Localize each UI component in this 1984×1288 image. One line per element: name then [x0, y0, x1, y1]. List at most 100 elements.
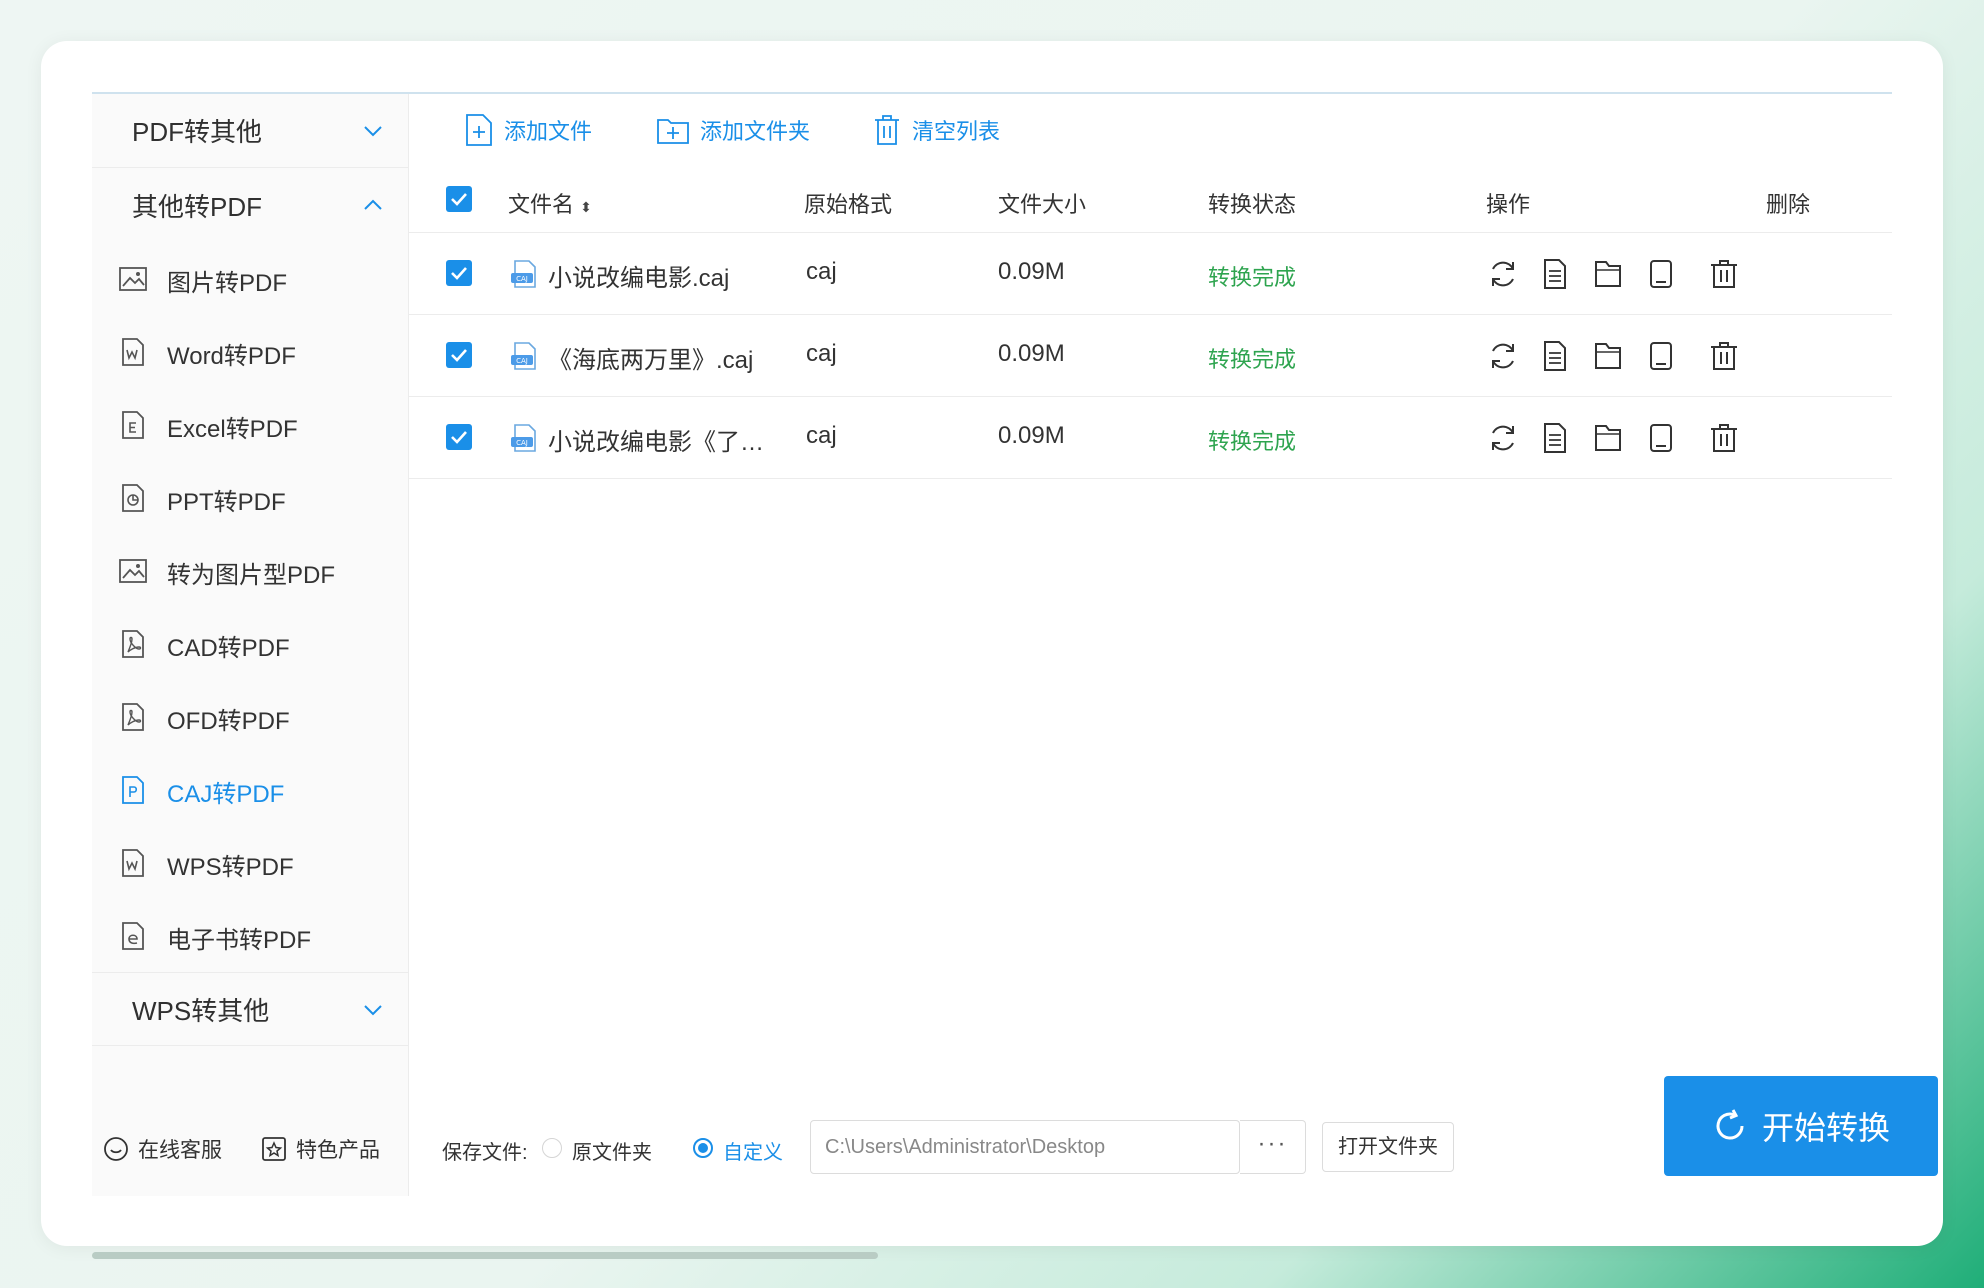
sidebar-item-label: 图片转PDF	[167, 270, 287, 297]
table-row: CAJ 小说改编电影.caj caj 0.09M 转换完成	[408, 233, 1892, 315]
wps-file-icon	[122, 849, 144, 877]
start-convert-label: 开始转换	[1761, 1110, 1890, 1146]
file-size: 0.09M	[998, 258, 1065, 285]
svg-text:CAJ: CAJ	[516, 275, 528, 283]
start-convert-button[interactable]: 开始转换	[1664, 1076, 1938, 1176]
horizontal-scrollbar[interactable]	[92, 1252, 878, 1259]
sidebar-item-label: Word转PDF	[167, 343, 296, 370]
radio-custom[interactable]	[693, 1138, 713, 1158]
delete-icon[interactable]	[1707, 339, 1741, 373]
conversion-status: 转换完成	[1208, 429, 1297, 454]
chevron-down-icon	[364, 1005, 382, 1016]
checkmark-icon	[451, 267, 467, 280]
row-checkbox[interactable]	[446, 260, 472, 286]
sidebar-item-image-to-pdf[interactable]: 图片转PDF	[92, 242, 408, 315]
add-folder-icon	[657, 119, 689, 144]
group-label: WPS转其他	[132, 995, 270, 1026]
add-folder-label: 添加文件夹	[700, 119, 811, 144]
delete-icon[interactable]	[1707, 421, 1741, 455]
browse-button[interactable]: ···	[1240, 1120, 1306, 1174]
refresh-icon[interactable]	[1486, 339, 1520, 373]
preview-icon[interactable]	[1644, 339, 1678, 373]
add-file-button[interactable]: 添加文件	[464, 110, 592, 150]
svg-text:CAJ: CAJ	[516, 439, 528, 447]
add-folder-button[interactable]: 添加文件夹	[656, 110, 810, 150]
pdf-file-icon	[122, 703, 144, 731]
sidebar-item-label: 转为图片型PDF	[167, 562, 335, 589]
sidebar-item-caj-to-pdf[interactable]: CAJ转PDF	[92, 753, 408, 826]
col-size: 文件大小	[998, 192, 1087, 217]
sort-icon: ⬍	[580, 199, 592, 215]
word-file-icon	[122, 338, 144, 366]
group-other-to-pdf[interactable]: 其他转PDF	[92, 168, 408, 242]
folder-icon[interactable]	[1591, 421, 1625, 455]
sidebar-item-wps-to-pdf[interactable]: WPS转PDF	[92, 826, 408, 899]
chat-icon	[104, 1137, 128, 1161]
image-icon	[119, 267, 147, 291]
excel-file-icon	[122, 411, 144, 439]
caj-file-icon	[122, 776, 144, 804]
sidebar: PDF转其他 其他转PDF 图片转PDF Word转PDF Excel转PDF …	[92, 94, 409, 1196]
sidebar-item-excel-to-pdf[interactable]: Excel转PDF	[92, 388, 408, 461]
file-name: 《海底两万里》.caj	[548, 347, 754, 374]
refresh-icon[interactable]	[1486, 421, 1520, 455]
option-original-folder[interactable]: 原文件夹	[542, 1134, 662, 1164]
col-file-name-label: 文件名	[508, 192, 575, 217]
col-format: 原始格式	[804, 192, 893, 217]
add-file-icon	[466, 114, 492, 146]
file-name: 小说改编电影《了不...	[548, 429, 778, 456]
radio-original[interactable]	[542, 1138, 562, 1158]
preview-icon[interactable]	[1644, 421, 1678, 455]
sidebar-item-to-image-pdf[interactable]: 转为图片型PDF	[92, 534, 408, 607]
table-row: CAJ 《海底两万里》.caj caj 0.09M 转换完成	[408, 315, 1892, 397]
featured-products-link[interactable]: 特色产品	[260, 1134, 380, 1164]
sidebar-item-ofd-to-pdf[interactable]: OFD转PDF	[92, 680, 408, 753]
table-header: 文件名 ⬍ 原始格式 文件大小 转换状态 操作 删除	[408, 166, 1892, 233]
online-support-label: 在线客服	[138, 1139, 222, 1162]
sidebar-item-label: CAJ转PDF	[167, 781, 285, 808]
group-label: 其他转PDF	[132, 191, 263, 222]
add-file-label: 添加文件	[504, 119, 593, 144]
clear-list-label: 清空列表	[912, 119, 1001, 144]
save-path-input[interactable]: C:\Users\Administrator\Desktop	[810, 1120, 1240, 1174]
online-support-link[interactable]: 在线客服	[102, 1134, 222, 1164]
sidebar-item-label: CAD转PDF	[167, 635, 290, 662]
open-folder-button[interactable]: 打开文件夹	[1322, 1122, 1454, 1172]
folder-icon[interactable]	[1591, 339, 1625, 373]
caj-file-icon: CAJ	[511, 342, 536, 370]
sidebar-item-label: 电子书转PDF	[167, 927, 311, 954]
clear-list-button[interactable]: 清空列表	[872, 110, 1000, 150]
refresh-icon[interactable]	[1486, 257, 1520, 291]
image-icon	[119, 559, 147, 583]
sidebar-item-label: Excel转PDF	[167, 416, 298, 443]
col-file-name[interactable]: 文件名 ⬍	[508, 187, 592, 219]
col-status: 转换状态	[1208, 192, 1297, 217]
ppt-file-icon	[122, 484, 144, 512]
option-original-label: 原文件夹	[572, 1142, 652, 1164]
refresh-icon	[1716, 1109, 1744, 1140]
sidebar-item-word-to-pdf[interactable]: Word转PDF	[92, 315, 408, 388]
chevron-down-icon	[364, 126, 382, 137]
sidebar-item-cad-to-pdf[interactable]: CAD转PDF	[92, 607, 408, 680]
chevron-up-icon	[364, 199, 382, 210]
sidebar-item-ppt-to-pdf[interactable]: PPT转PDF	[92, 461, 408, 534]
document-icon[interactable]	[1538, 421, 1572, 455]
select-all-checkbox[interactable]	[446, 186, 472, 212]
star-badge-icon	[262, 1137, 286, 1161]
option-custom[interactable]: 自定义	[693, 1134, 803, 1164]
document-icon[interactable]	[1538, 339, 1572, 373]
delete-icon[interactable]	[1707, 257, 1741, 291]
sidebar-item-ebook-to-pdf[interactable]: 电子书转PDF	[92, 899, 408, 972]
group-wps-to-other[interactable]: WPS转其他	[92, 972, 408, 1046]
group-pdf-to-other[interactable]: PDF转其他	[92, 94, 408, 168]
conversion-status: 转换完成	[1208, 265, 1297, 290]
preview-icon[interactable]	[1644, 257, 1678, 291]
row-checkbox[interactable]	[446, 424, 472, 450]
document-icon[interactable]	[1538, 257, 1572, 291]
file-size: 0.09M	[998, 422, 1065, 449]
folder-icon[interactable]	[1591, 257, 1625, 291]
sidebar-item-label: OFD转PDF	[167, 708, 290, 735]
caj-file-icon: CAJ	[511, 424, 536, 452]
table-row: CAJ 小说改编电影《了不... caj 0.09M 转换完成	[408, 397, 1892, 479]
row-checkbox[interactable]	[446, 342, 472, 368]
